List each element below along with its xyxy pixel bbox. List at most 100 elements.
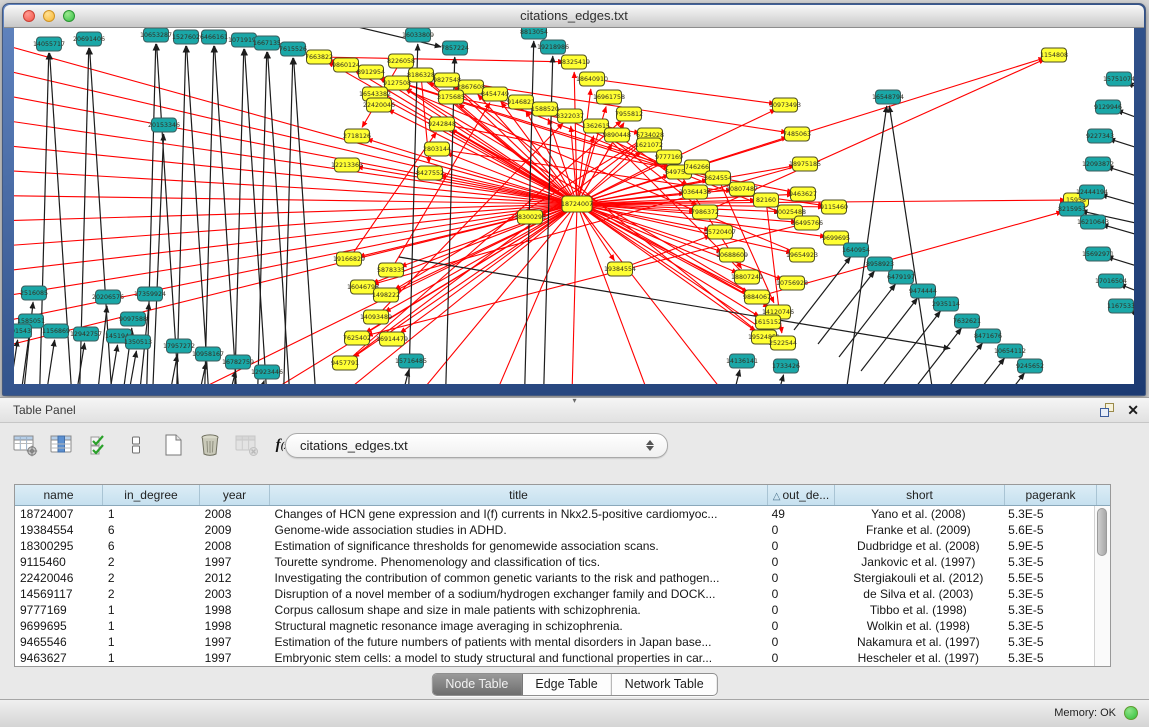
table-mode-icon[interactable] [12, 432, 38, 458]
network-node[interactable]: 2522544 [769, 336, 797, 350]
network-node[interactable]: 7986372 [691, 205, 719, 219]
cell-title[interactable]: Corpus callosum shape and size in male p… [270, 602, 767, 618]
panel-splitter-handle[interactable]: ▾ [572, 396, 576, 405]
network-node[interactable]: 9777169 [655, 150, 683, 164]
cell-short[interactable]: Yano et al. (2008) [833, 506, 1003, 522]
show-column-icon[interactable] [49, 432, 75, 458]
network-node[interactable]: 15751074 [1103, 72, 1134, 86]
cell-title[interactable]: Investigating the contribution of common… [270, 570, 767, 586]
cell-out_degree[interactable]: 0 [767, 522, 834, 538]
cell-pagerank[interactable]: 5.3E-5 [1003, 650, 1095, 666]
network-node[interactable]: 8912954 [357, 65, 385, 79]
cell-pagerank[interactable]: 5.3E-5 [1003, 618, 1095, 634]
network-node[interactable]: 1640954 [842, 243, 870, 257]
cell-year[interactable]: 2009 [200, 522, 270, 538]
cell-out_degree[interactable]: 49 [767, 506, 834, 522]
cell-pagerank[interactable]: 5.9E-5 [1003, 538, 1095, 554]
network-node[interactable]: 15720407 [704, 225, 736, 239]
network-node[interactable]: 19654923 [786, 248, 818, 262]
network-node[interactable]: 14055717 [33, 37, 65, 51]
network-node[interactable]: 9115460 [820, 200, 848, 214]
network-node[interactable]: 12923446 [251, 365, 283, 379]
network-node[interactable]: 391543 [14, 324, 32, 338]
table-row[interactable]: 946554611997Estimation of the future num… [15, 634, 1095, 650]
network-node[interactable]: 6479197 [887, 270, 915, 284]
network-node[interactable]: 8322037 [556, 109, 584, 123]
network-node[interactable]: 20153346 [148, 118, 180, 132]
column-header-out_degree[interactable]: △out_de... [768, 485, 835, 505]
table-panel-header[interactable]: ▾ Table Panel ✕ [0, 397, 1149, 423]
network-node[interactable]: 10654112 [994, 344, 1026, 358]
cell-name[interactable]: 9465546 [15, 634, 103, 650]
network-node[interactable]: 16548794 [872, 90, 904, 104]
close-window-button[interactable] [23, 10, 35, 22]
network-node[interactable]: 12093872 [1082, 157, 1114, 171]
cell-name[interactable]: 14569117 [15, 586, 103, 602]
network-node[interactable]: 2516085 [20, 286, 48, 300]
cell-name[interactable]: 18724007 [15, 506, 103, 522]
network-node[interactable]: 8958923 [866, 257, 894, 271]
network-node[interactable]: 12444194 [1076, 185, 1108, 199]
cell-short[interactable]: Hescheler et al. (1997) [833, 650, 1003, 666]
cell-year[interactable]: 1997 [200, 554, 270, 570]
cell-in_degree[interactable]: 2 [103, 586, 200, 602]
cell-pagerank[interactable]: 5.3E-5 [1003, 634, 1095, 650]
cell-pagerank[interactable]: 5.6E-5 [1003, 522, 1095, 538]
network-node[interactable]: 1588520 [531, 102, 559, 116]
cell-pagerank[interactable]: 5.3E-5 [1003, 586, 1095, 602]
column-header-title[interactable]: title [270, 485, 768, 505]
cell-in_degree[interactable]: 1 [103, 618, 200, 634]
network-node[interactable]: 1156869 [42, 324, 70, 338]
cell-year[interactable]: 2008 [200, 538, 270, 554]
table-row[interactable]: 911546021997Tourette syndrome. Phenomeno… [15, 554, 1095, 570]
tab-network-table[interactable]: Network Table [612, 674, 717, 695]
network-node[interactable]: 19166829 [333, 252, 365, 266]
network-node[interactable]: 18640910 [576, 72, 608, 86]
table-row[interactable]: 2242004622012Investigating the contribut… [15, 570, 1095, 586]
cell-pagerank[interactable]: 5.5E-5 [1003, 570, 1095, 586]
network-node[interactable]: 7663822 [305, 50, 333, 64]
network-node[interactable]: 19218986 [537, 40, 569, 54]
network-node[interactable]: 8454749 [481, 87, 509, 101]
network-node[interactable]: 9890448 [603, 128, 631, 142]
network-node[interactable]: 20364436 [679, 185, 711, 199]
cell-short[interactable]: Dudbridge et al. (2008) [833, 538, 1003, 554]
network-node[interactable]: 12213363 [331, 158, 363, 172]
network-node[interactable]: 9474444 [909, 284, 937, 298]
network-node[interactable]: 7625402 [343, 331, 371, 345]
table-selector-dropdown[interactable]: citations_edges.txt [285, 433, 668, 458]
network-node[interactable]: 17016504 [1095, 274, 1127, 288]
table-row[interactable]: 1456911722003Disruption of a novel membe… [15, 586, 1095, 602]
network-node[interactable]: 22420046 [363, 98, 395, 112]
network-node[interactable]: 8215953 [1058, 202, 1086, 216]
network-node[interactable]: 1667135 [253, 36, 281, 50]
cell-title[interactable]: Tourette syndrome. Phenomenology and cla… [270, 554, 767, 570]
network-node[interactable]: 10653287 [140, 28, 172, 42]
network-node[interactable]: 1733426 [772, 359, 800, 373]
network-node[interactable]: 2803144 [423, 142, 451, 156]
scrollbar-thumb[interactable] [1097, 508, 1107, 556]
network-node[interactable]: 9860124 [332, 58, 360, 72]
cell-title[interactable]: Estimation of significance thresholds fo… [270, 538, 767, 554]
new-table-icon[interactable] [160, 432, 186, 458]
cell-name[interactable]: 9699695 [15, 618, 103, 634]
network-node[interactable]: 20691406 [73, 32, 105, 46]
cell-name[interactable]: 9115460 [15, 554, 103, 570]
network-node[interactable]: 7485063 [783, 127, 811, 141]
cell-short[interactable]: Nakamura et al. (1997) [833, 634, 1003, 650]
network-node[interactable]: 9884067 [743, 290, 771, 304]
delete-table-icon[interactable] [197, 432, 223, 458]
column-header-in_degree[interactable]: in_degree [103, 485, 200, 505]
network-node[interactable]: 3624554 [704, 171, 732, 185]
network-node[interactable]: 8186328 [407, 68, 435, 82]
network-node[interactable]: 8427552 [416, 166, 444, 180]
network-node[interactable]: 5878335 [377, 263, 405, 277]
cell-in_degree[interactable]: 1 [103, 506, 200, 522]
cell-out_degree[interactable]: 0 [767, 602, 834, 618]
cell-pagerank[interactable]: 5.3E-5 [1003, 506, 1095, 522]
network-node[interactable]: 8813054 [520, 28, 548, 39]
cell-in_degree[interactable]: 1 [103, 634, 200, 650]
network-node[interactable]: 82160 [754, 193, 779, 207]
network-node[interactable]: 14093489 [360, 310, 392, 324]
cell-year[interactable]: 2003 [200, 586, 270, 602]
